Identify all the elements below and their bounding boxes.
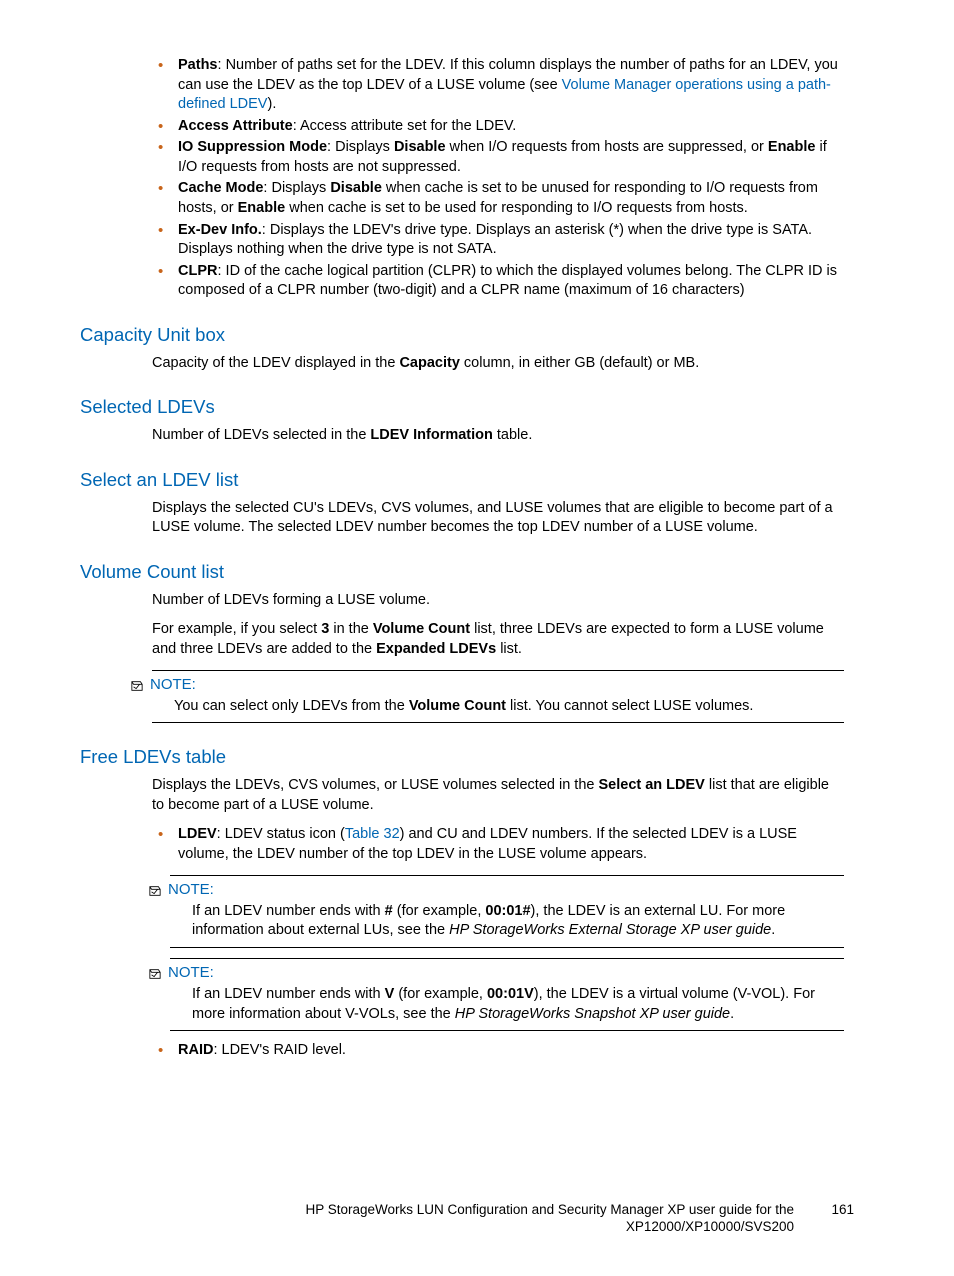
list-item: CLPR: ID of the cache logical partition … xyxy=(152,262,844,301)
cross-reference-link[interactable]: Volume Manager operations using a path-d… xyxy=(178,77,831,113)
note-icon xyxy=(148,967,162,979)
note-external-lu: NOTE: If an LDEV number ends with # (for… xyxy=(170,875,844,948)
footer-line2: XP12000/XP10000/SVS200 xyxy=(626,1219,794,1234)
note-virtual-volume: NOTE: If an LDEV number ends with V (for… xyxy=(170,958,844,1031)
list-item: IO Suppression Mode: Displays Disable wh… xyxy=(152,138,844,177)
para-volcount-2: For example, if you select 3 in the Volu… xyxy=(152,620,844,659)
heading-capacity-unit-box: Capacity Unit box xyxy=(80,323,874,348)
free-ldevs-bullet-2: RAID: LDEV's RAID level. xyxy=(152,1041,844,1061)
para-selected: Number of LDEVs selected in the LDEV Inf… xyxy=(152,426,844,446)
heading-volume-count-list: Volume Count list xyxy=(80,560,874,585)
bullet-raid: RAID: LDEV's RAID level. xyxy=(152,1041,844,1061)
note-body: If an LDEV number ends with V (for examp… xyxy=(192,985,844,1024)
free-ldevs-bullet-1: LDEV: LDEV status icon (Table 32) and CU… xyxy=(152,825,844,864)
footer-line1: HP StorageWorks LUN Configuration and Se… xyxy=(305,1202,794,1217)
heading-free-ldevs-table: Free LDEVs table xyxy=(80,745,874,770)
note-body: If an LDEV number ends with # (for examp… xyxy=(192,902,844,941)
note-label: NOTE: xyxy=(168,880,214,900)
note-icon xyxy=(148,884,162,896)
page-number: 161 xyxy=(831,1201,854,1219)
list-item: Paths: Number of paths set for the LDEV.… xyxy=(152,56,844,115)
bullet-ldev: LDEV: LDEV status icon (Table 32) and CU… xyxy=(152,825,844,864)
para-volcount-1: Number of LDEVs forming a LUSE volume. xyxy=(152,591,844,611)
ldev-column-bullets: Paths: Number of paths set for the LDEV.… xyxy=(152,56,844,301)
note-body: You can select only LDEVs from the Volum… xyxy=(174,697,844,717)
heading-selected-ldevs: Selected LDEVs xyxy=(80,395,874,420)
para-selectan: Displays the selected CU's LDEVs, CVS vo… xyxy=(152,499,844,538)
para-capacity: Capacity of the LDEV displayed in the Ca… xyxy=(152,354,844,374)
list-item: Ex-Dev Info.: Displays the LDEV's drive … xyxy=(152,221,844,260)
heading-select-an-ldev-list: Select an LDEV list xyxy=(80,468,874,493)
note-icon xyxy=(130,679,144,691)
note-volume-count: NOTE: You can select only LDEVs from the… xyxy=(152,670,844,724)
list-item: Access Attribute: Access attribute set f… xyxy=(152,117,844,137)
note-label: NOTE: xyxy=(168,963,214,983)
cross-reference-link[interactable]: Table 32 xyxy=(345,826,400,842)
list-item: Cache Mode: Displays Disable when cache … xyxy=(152,179,844,218)
note-label: NOTE: xyxy=(150,675,196,695)
para-free-1: Displays the LDEVs, CVS volumes, or LUSE… xyxy=(152,776,844,815)
page-footer: HP StorageWorks LUN Configuration and Se… xyxy=(80,1201,874,1236)
